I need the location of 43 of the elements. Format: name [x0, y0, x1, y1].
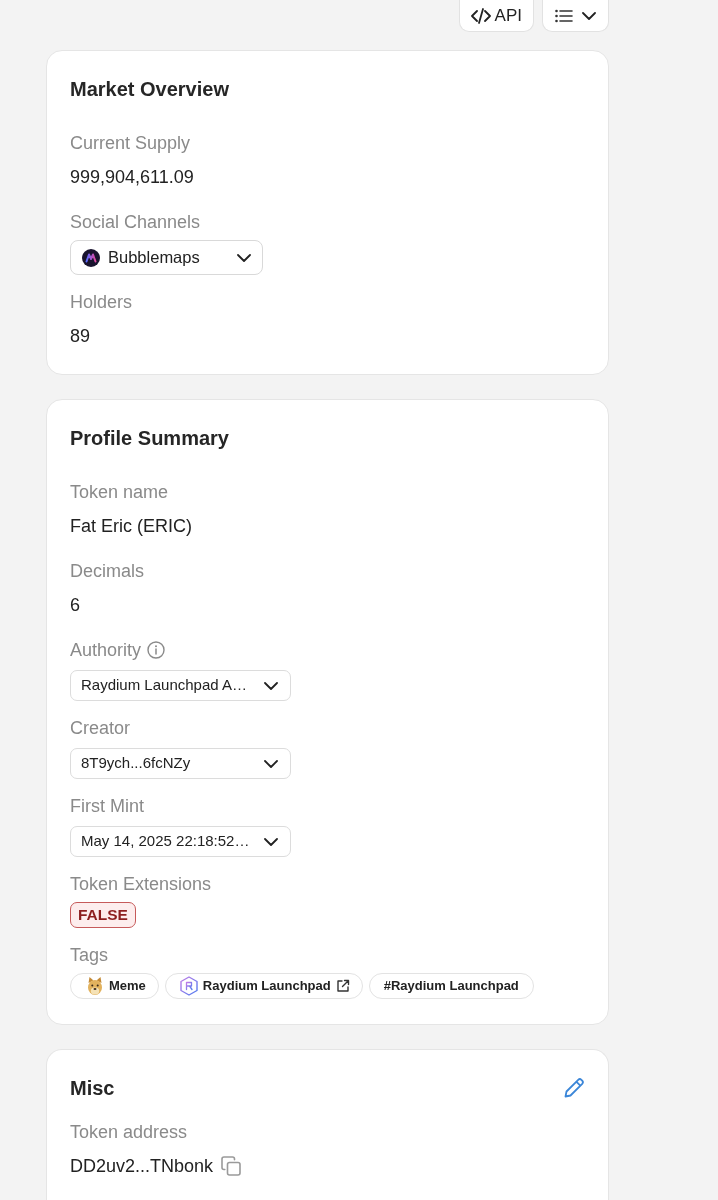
chevron-down-icon: [237, 253, 251, 262]
channel-logo-icon: [82, 248, 100, 267]
hexagon-logo-icon: [179, 976, 198, 996]
dog-icon: [86, 976, 104, 996]
card-title: Profile Summary: [70, 426, 229, 451]
field-label: Current Supply: [70, 132, 191, 155]
api-button[interactable]: API: [458, 0, 534, 32]
edit-icon[interactable]: [563, 1077, 585, 1099]
chevron-down-icon: [264, 681, 278, 690]
card-title: Market Overview: [70, 77, 229, 102]
field-label: First Mint: [70, 795, 144, 818]
tag-link[interactable]: Raydium Launchpad: [164, 973, 363, 999]
copy-icon[interactable]: [221, 1156, 242, 1176]
chevron-down-icon: [264, 759, 278, 768]
field-label: Decimals: [70, 560, 144, 583]
field-value: 6: [70, 594, 80, 617]
code-icon: [470, 7, 491, 24]
field-value: 89: [70, 325, 91, 348]
field-label: Tags: [70, 944, 109, 967]
card-title: Misc: [70, 1076, 115, 1101]
field-label: Holders: [70, 291, 133, 314]
field-label: Token Extensions: [70, 873, 212, 896]
field-label: Creator: [70, 717, 131, 740]
tag-chip[interactable]: #Raydium Launchpad: [368, 973, 534, 999]
external-link-icon: [335, 979, 350, 993]
select-dropdown[interactable]: Raydium Launchpad A…: [70, 670, 291, 701]
field-value: Fat Eric (ERIC): [70, 515, 192, 538]
info-icon[interactable]: [147, 641, 166, 659]
list-icon: [555, 8, 573, 23]
field-value: DD2uv2...TNbonk: [70, 1155, 214, 1178]
field-label: Authority: [70, 639, 142, 662]
chevron-down-icon: [264, 837, 278, 846]
select-dropdown[interactable]: 8T9ych...6fcNZy: [70, 748, 291, 779]
view-menu-button[interactable]: [542, 0, 609, 32]
channel-dropdown[interactable]: Bubblemaps: [70, 240, 263, 275]
chevron-down-icon: [582, 11, 596, 20]
status-badge: FALSE: [70, 902, 136, 928]
field-value: 999,904,611.09: [70, 166, 194, 189]
field-label: Social Channels: [70, 211, 201, 234]
field-label: Token name: [70, 481, 169, 504]
tag-chip[interactable]: Meme: [70, 973, 159, 999]
field-label: Token address: [70, 1121, 188, 1144]
select-dropdown[interactable]: May 14, 2025 22:18:52…: [70, 826, 291, 857]
